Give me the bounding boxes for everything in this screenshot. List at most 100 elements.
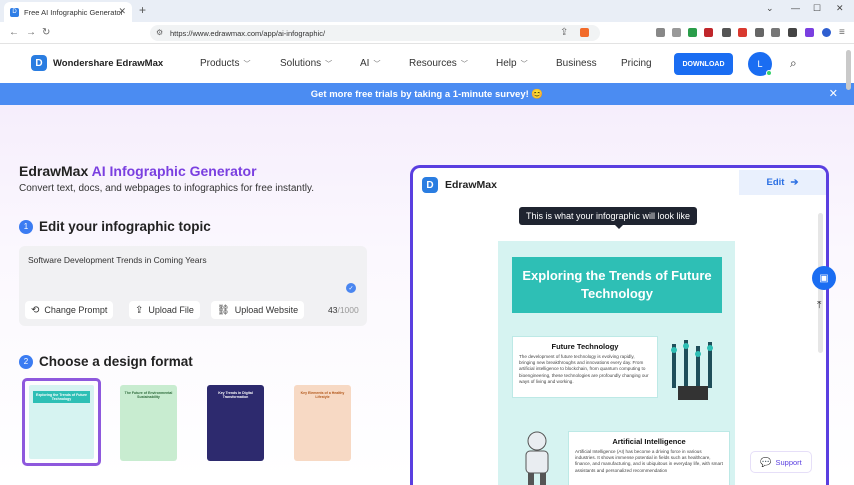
minimize-icon[interactable]: — <box>791 3 800 13</box>
page-scrollbar[interactable] <box>846 50 851 90</box>
close-icon[interactable]: ✕ <box>829 87 838 100</box>
chat-icon: 💬 <box>760 456 772 467</box>
search-icon[interactable]: ⌕ <box>790 56 797 71</box>
title-rest: Infographic Generator <box>109 163 257 179</box>
chevron-down-icon: ﹀ <box>520 61 528 68</box>
format-title: Key Trends in Digital Transformation <box>218 391 253 399</box>
chevron-down-icon: ﹀ <box>325 61 333 68</box>
format-option-2[interactable]: The Future of Environmental Sustainabili… <box>120 385 177 461</box>
nav-products[interactable]: Products ﹀ <box>200 58 250 69</box>
logo-text: Wondershare EdrawMax <box>53 57 164 69</box>
new-tab-icon[interactable]: + <box>139 3 146 17</box>
url-text: https://www.edrawmax.com/app/ai-infograp… <box>170 28 326 38</box>
card-title: Future Technology <box>551 342 619 351</box>
url-field[interactable]: ⚙ https://www.edrawmax.com/app/ai-infogr… <box>150 25 600 41</box>
sidebar-toggle-icon[interactable] <box>788 28 797 37</box>
extension-icon[interactable] <box>722 28 731 37</box>
step-1-heading: 1 Edit your infographic topic <box>19 219 211 234</box>
reload-icon[interactable]: ↻ <box>42 27 50 38</box>
site-header: D Wondershare EdrawMax Products ﹀ Solutio… <box>0 44 854 83</box>
prompt-box: Software Development Trends in Coming Ye… <box>19 246 367 326</box>
close-tab-icon[interactable]: ✕ <box>118 6 126 17</box>
format-thumbnail: Exploring the Trends of Future Technolog… <box>29 385 94 459</box>
button-label: Upload Website <box>234 305 299 315</box>
extension-icon[interactable] <box>704 28 713 37</box>
tab-list-icon[interactable]: ⌄ <box>766 3 774 14</box>
nav-ai[interactable]: AI ﹀ <box>360 58 380 69</box>
survey-banner[interactable]: Get more free trials by taking a 1-minut… <box>0 83 854 105</box>
step-2-heading: 2 Choose a design format <box>19 354 193 369</box>
preview-logo: D EdrawMax <box>422 177 497 193</box>
prompt-input[interactable]: Software Development Trends in Coming Ye… <box>28 255 207 265</box>
address-bar-row: ← → ↻ ⚙ https://www.edrawmax.com/app/ai-… <box>0 22 854 44</box>
forward-icon[interactable]: → <box>26 27 36 38</box>
extension-icon[interactable] <box>688 28 697 37</box>
infographic-card-future-technology: Future Technology The development of fut… <box>512 336 658 398</box>
link-icon: ⛓ <box>217 304 230 316</box>
nav-solutions[interactable]: Solutions ﹀ <box>280 58 332 69</box>
download-button[interactable]: DOWNLOAD <box>674 53 733 75</box>
edrawmax-favicon-icon: D <box>10 7 19 17</box>
nav-label: Help <box>496 58 517 69</box>
nav-label: AI <box>360 58 370 69</box>
site-logo[interactable]: D Wondershare EdrawMax <box>31 55 163 71</box>
infographic-canvas: Exploring the Trends of Future Technolog… <box>498 241 735 485</box>
nav-resources[interactable]: Resources ﹀ <box>409 58 468 69</box>
step-number-badge: 2 <box>19 354 33 369</box>
main-content: EdrawMax AI Infographic Generator Conver… <box>0 105 854 485</box>
support-label: Support <box>775 457 802 467</box>
preview-tooltip: This is what your infographic will look … <box>519 207 698 229</box>
format-option-1[interactable]: Exploring the Trends of Future Technolog… <box>22 378 101 466</box>
title-ai: AI <box>91 163 106 179</box>
desktop-app-icon[interactable]: ▣ <box>812 266 836 290</box>
button-label: Change Prompt <box>44 305 108 315</box>
infographic-card-ai: Artificial Intelligence Artificial Intel… <box>568 431 730 485</box>
brave-shield-icon[interactable] <box>580 28 589 37</box>
robot-illustration <box>525 431 549 485</box>
maximize-icon[interactable]: ☐ <box>813 3 821 14</box>
support-button[interactable]: 💬 Support <box>750 451 812 473</box>
card-title: Artificial Intelligence <box>612 437 686 446</box>
nav-label: Solutions <box>280 58 322 69</box>
edit-button[interactable]: Edit ➔ <box>739 170 826 195</box>
nav-business[interactable]: Business <box>556 58 597 69</box>
edit-label: Edit <box>766 177 785 188</box>
change-prompt-button[interactable]: ⟲ Change Prompt <box>25 301 114 319</box>
extension-icon[interactable] <box>672 28 681 37</box>
upload-website-button[interactable]: ⛓ Upload Website <box>211 301 305 319</box>
nav-pricing[interactable]: Pricing <box>621 58 652 69</box>
nav-help[interactable]: Help ﹀ <box>496 58 528 69</box>
extension-icon[interactable] <box>755 28 764 37</box>
file-upload-icon: ⇪ <box>135 304 144 316</box>
format-option-4[interactable]: Key Elements of a Healthy Lifestyle <box>294 385 351 461</box>
extension-icon[interactable] <box>771 28 780 37</box>
step-title: Choose a design format <box>39 354 193 369</box>
format-thumbnail: Key Trends in Digital Transformation <box>207 385 264 461</box>
title-brand: EdrawMax <box>19 163 89 179</box>
refresh-icon: ⟲ <box>31 304 40 316</box>
chevron-down-icon: ﹀ <box>243 61 251 68</box>
back-icon[interactable]: ← <box>9 27 19 38</box>
extension-icon[interactable] <box>822 28 831 37</box>
avatar[interactable]: L <box>748 52 772 76</box>
card-body: The development of future technology is … <box>519 354 649 384</box>
format-option-3[interactable]: Key Trends in Digital Transformation <box>207 385 264 461</box>
upload-file-button[interactable]: ⇪ Upload File <box>129 301 200 319</box>
step-title: Edit your infographic topic <box>39 219 211 234</box>
extension-icon[interactable] <box>738 28 747 37</box>
extension-icon[interactable] <box>805 28 814 37</box>
char-counter: 43/1000 <box>328 305 359 315</box>
close-window-icon[interactable]: ✕ <box>836 3 844 14</box>
format-thumbnail: Key Elements of a Healthy Lifestyle <box>294 385 351 461</box>
menu-icon[interactable]: ≡ <box>839 27 845 38</box>
server-illustration <box>671 340 713 400</box>
tab-title: Free AI Infographic Generator <box>24 7 124 17</box>
card-body: Artificial Intelligence (AI) has become … <box>575 449 723 473</box>
share-icon[interactable]: ⇪ <box>560 27 568 38</box>
arrow-right-icon: ➔ <box>790 177 799 188</box>
back-to-top-icon[interactable]: ⤒ <box>817 300 821 311</box>
site-info-icon[interactable]: ⚙ <box>156 28 163 37</box>
browser-tab[interactable]: D Free AI Infographic Generator ✕ <box>4 2 132 22</box>
extension-icon[interactable] <box>656 28 665 37</box>
infographic-preview-panel: D EdrawMax Edit ➔ This is what your info… <box>410 165 829 485</box>
